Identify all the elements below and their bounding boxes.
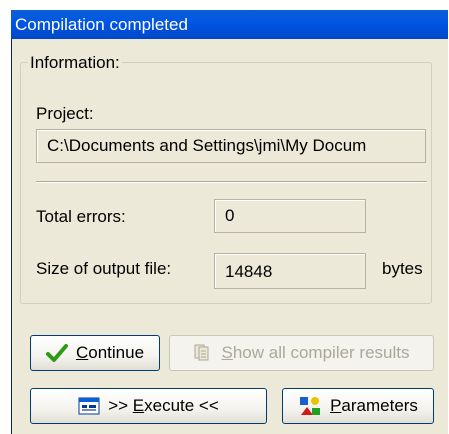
project-label: Project: xyxy=(36,104,94,123)
total-errors-label: Total errors: xyxy=(36,207,126,226)
output-size-field[interactable]: 14848 xyxy=(214,253,366,289)
information-legend: Information: xyxy=(28,53,122,72)
shapes-icon xyxy=(298,395,322,417)
continue-label: Continue xyxy=(75,343,145,362)
window-title: Compilation completed xyxy=(15,15,188,34)
total-errors-field[interactable]: 0 xyxy=(214,199,366,233)
project-path-field[interactable]: C:\Documents and Settings\jmi\My Docum xyxy=(36,129,426,163)
execute-button[interactable]: >> Execute << xyxy=(30,388,267,424)
output-size-label: Size of output file: xyxy=(36,259,172,278)
parameters-button[interactable]: Parameters xyxy=(282,388,434,424)
separator-line xyxy=(36,181,427,183)
show-compiler-results-button[interactable]: Show all compiler results xyxy=(169,335,434,371)
execute-label: >> Execute << xyxy=(108,396,219,415)
checkmark-icon xyxy=(45,343,68,363)
window-icon xyxy=(78,397,100,415)
output-size-unit: bytes xyxy=(382,259,423,278)
documents-icon xyxy=(193,343,213,363)
parameters-label: Parameters xyxy=(330,396,418,415)
show-results-label: Show all compiler results xyxy=(221,343,410,362)
continue-button[interactable]: Continue xyxy=(30,335,160,371)
title-bar[interactable]: Compilation completed xyxy=(11,10,448,39)
